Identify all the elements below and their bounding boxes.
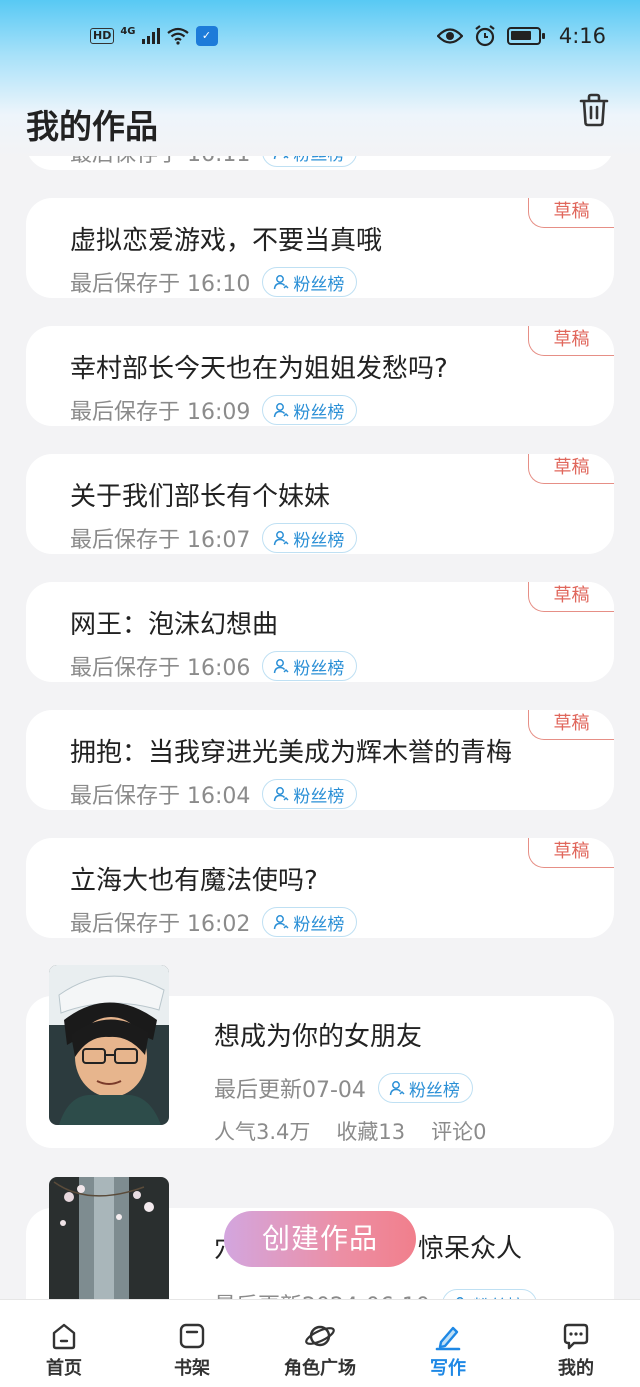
person-icon <box>274 531 289 546</box>
wifi-icon <box>166 27 189 45</box>
status-bar: HD 4G ✓ 4:16 <box>0 0 640 76</box>
draft-card[interactable]: 草稿 拥抱：当我穿进光美成为辉木誉的青梅 最后保存于 16:04 粉丝榜 <box>26 710 614 810</box>
nav-item-mine[interactable]: 我的 <box>512 1300 640 1387</box>
bookshelf-icon <box>179 1323 205 1349</box>
app-notification-icon: ✓ <box>195 26 218 46</box>
draft-badge: 草稿 <box>528 710 614 740</box>
saved-time: 最后保存于 16:06 <box>70 656 251 681</box>
page-title: 我的作品 <box>26 107 158 146</box>
eye-icon <box>436 28 463 44</box>
work-title: 幸村部长今天也在为姐姐发愁吗? <box>70 354 448 384</box>
draft-badge: 草稿 <box>528 838 614 868</box>
fan-rank-tag[interactable]: 粉丝榜 <box>262 395 358 425</box>
header-area: HD 4G ✓ 4:16 我的作品 <box>0 0 640 156</box>
nav-item-character-square[interactable]: 角色广场 <box>256 1300 384 1387</box>
updated-time: 最后更新07-04 <box>214 1078 366 1103</box>
fan-rank-tag[interactable]: 粉丝榜 <box>262 779 358 809</box>
fan-rank-tag[interactable]: 粉丝榜 <box>262 523 358 553</box>
create-work-button[interactable]: 创建作品 <box>224 1211 416 1267</box>
person-icon <box>274 275 289 290</box>
nav-item-writing[interactable]: 写作 <box>384 1300 512 1387</box>
saved-time: 最后保存于 16:10 <box>70 272 251 297</box>
draft-card[interactable]: 草稿 幸村部长今天也在为姐姐发愁吗? 最后保存于 16:09 粉丝榜 <box>26 326 614 426</box>
favorites-count: 收藏13 <box>336 1120 406 1144</box>
fan-rank-tag[interactable]: 粉丝榜 <box>377 1073 473 1103</box>
pen-icon <box>435 1326 461 1351</box>
work-title: 关于我们部长有个妹妹 <box>70 482 331 512</box>
work-title: 想成为你的女朋友 <box>214 1022 423 1052</box>
saved-time: 最后保存于 16:09 <box>70 400 251 425</box>
home-icon <box>52 1323 76 1350</box>
person-icon <box>274 915 289 930</box>
person-icon <box>274 659 289 674</box>
work-title: 虚拟恋爱游戏，不要当真哦 <box>70 226 383 256</box>
battery-icon <box>506 27 545 45</box>
signal-icon <box>141 28 160 44</box>
fan-rank-tag[interactable]: 粉丝榜 <box>262 267 358 297</box>
person-icon <box>274 403 289 418</box>
work-title-end: 惊呆众人 <box>418 1234 523 1264</box>
fan-rank-tag[interactable]: 粉丝榜 <box>262 907 358 937</box>
draft-card[interactable]: 草稿 网王：泡沫幻想曲 最后保存于 16:06 粉丝榜 <box>26 582 614 682</box>
hd-indicator: HD <box>90 28 115 44</box>
trash-icon[interactable] <box>578 92 610 128</box>
saved-time: 最后保存于 16:04 <box>70 784 251 809</box>
alarm-icon <box>475 25 495 47</box>
comments-count: 评论0 <box>431 1120 487 1144</box>
saved-time: 最后保存于 16:02 <box>70 912 251 937</box>
saved-time: 最后保存于 16:07 <box>70 528 251 553</box>
nav-item-home[interactable]: 首页 <box>0 1300 128 1387</box>
work-title: 拥抱：当我穿进光美成为辉木誉的青梅 <box>70 738 513 768</box>
person-icon <box>274 787 289 802</box>
nav-label: 写作 <box>430 1358 466 1379</box>
popularity-count: 人气3.4万 <box>214 1120 311 1144</box>
nav-label: 我的 <box>558 1358 594 1379</box>
planet-icon <box>305 1325 335 1347</box>
person-icon <box>389 1081 405 1096</box>
draft-badge: 草稿 <box>528 198 614 228</box>
draft-card[interactable]: 草稿 虚拟恋爱游戏，不要当真哦 最后保存于 16:10 粉丝榜 <box>26 198 614 298</box>
nav-item-bookshelf[interactable]: 书架 <box>128 1300 256 1387</box>
chat-icon <box>563 1323 589 1350</box>
fan-rank-tag[interactable]: 粉丝榜 <box>262 651 358 681</box>
draft-card[interactable]: 草稿 立海大也有魔法使吗? 最后保存于 16:02 粉丝榜 <box>26 838 614 938</box>
book-cover-image[interactable] <box>49 965 169 1125</box>
work-title: 网王：泡沫幻想曲 <box>70 610 279 640</box>
draft-badge: 草稿 <box>528 326 614 356</box>
draft-card[interactable]: 草稿 关于我们部长有个妹妹 最后保存于 16:07 粉丝榜 <box>26 454 614 554</box>
draft-badge: 草稿 <box>528 582 614 612</box>
clock-time: 4:16 <box>558 24 606 48</box>
nav-label: 书架 <box>174 1358 210 1379</box>
network-type: 4G <box>120 25 136 37</box>
nav-label: 角色广场 <box>284 1358 356 1379</box>
bottom-nav: 首页 书架 角色广场 写作 我的 <box>0 1299 640 1387</box>
draft-badge: 草稿 <box>528 454 614 484</box>
work-title: 立海大也有魔法使吗? <box>70 866 318 896</box>
nav-label: 首页 <box>46 1358 82 1379</box>
